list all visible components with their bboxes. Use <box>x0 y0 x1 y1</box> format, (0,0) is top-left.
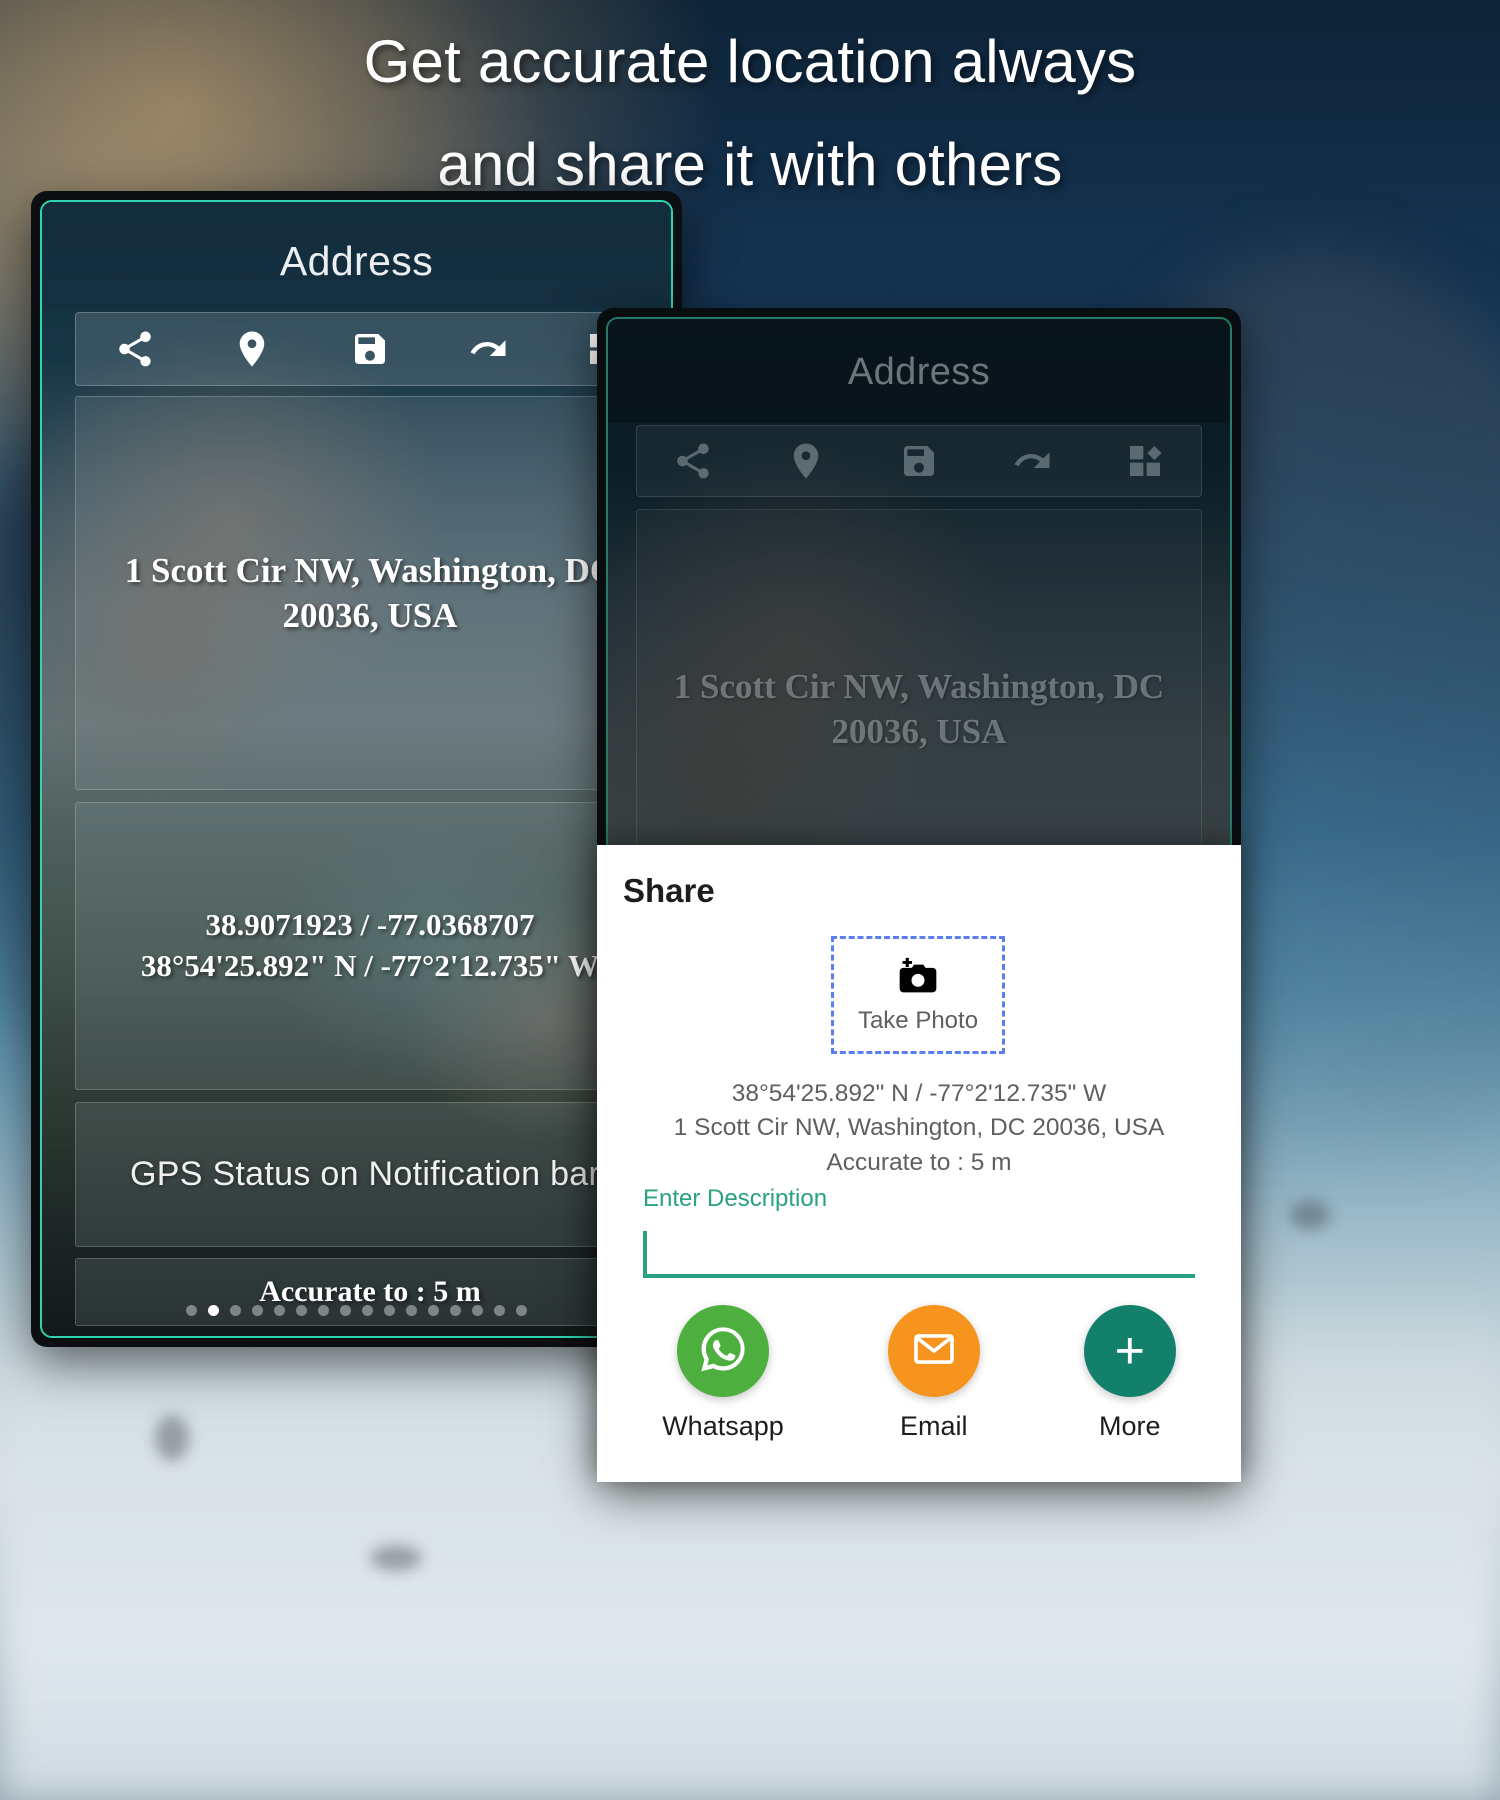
page-title: Address <box>847 351 991 393</box>
email-label: Email <box>900 1411 968 1441</box>
info-address: 1 Scott Cir NW, Washington, DC 20036, US… <box>673 1114 1165 1142</box>
toolbar-back <box>75 312 665 386</box>
phone-back: Address 1 Scott Cir NW, Washington, DC 2… <box>31 191 682 1347</box>
share-sheet-title: Share <box>623 872 715 909</box>
widgets-button[interactable] <box>1088 426 1201 496</box>
save-button[interactable] <box>863 426 976 496</box>
pager-dot[interactable] <box>318 1305 329 1316</box>
location-pin-icon <box>231 328 273 370</box>
more-circle: + <box>1083 1305 1176 1397</box>
plus-icon: + <box>1114 1322 1145 1380</box>
share-email-button[interactable]: Email <box>887 1305 980 1442</box>
page-title: Address <box>279 238 434 284</box>
share-icon <box>672 440 714 482</box>
share-sheet: Share Take Photo 38°54'25.892" N / -77°2… <box>597 845 1241 1482</box>
share-button[interactable] <box>76 313 194 385</box>
refresh-icon <box>467 328 509 370</box>
whatsapp-icon <box>697 1323 749 1380</box>
toolbar-front <box>636 425 1202 497</box>
address-text: 1 Scott Cir NW, Washington, DC 20036, US… <box>673 666 1165 752</box>
share-button[interactable] <box>637 426 750 496</box>
address-text: 1 Scott Cir NW, Washington, DC 20036, US… <box>124 550 616 636</box>
take-photo-label: Take Photo <box>857 1006 979 1034</box>
location-pin-icon <box>785 440 827 482</box>
description-input[interactable] <box>643 1225 1195 1278</box>
accuracy-text: Accurate to : 5 m <box>259 1275 481 1308</box>
save-button[interactable] <box>311 313 429 385</box>
coordinates-group: 38.9071923 / -77.0368707 38°54'25.892" N… <box>141 905 599 987</box>
gps-status-text: GPS Status on Notification bar <box>130 1155 601 1193</box>
pager-dot[interactable] <box>296 1305 307 1316</box>
headline-line-1: Get accurate location always <box>363 28 1137 95</box>
grid-icon <box>1125 441 1165 481</box>
location-button[interactable] <box>750 426 863 496</box>
pager-dot[interactable] <box>494 1305 505 1316</box>
coordinates-card[interactable]: 38.9071923 / -77.0368707 38°54'25.892" N… <box>75 802 665 1090</box>
coordinates-dms: 38°54'25.892" N / -77°2'12.735" W <box>140 948 600 983</box>
refresh-button[interactable] <box>975 426 1088 496</box>
promo-screenshot: Get accurate location always and share i… <box>0 0 1500 1800</box>
pager-dot[interactable] <box>340 1305 351 1316</box>
pager-dot[interactable] <box>516 1305 527 1316</box>
camera-add-icon <box>896 956 940 1001</box>
headline: Get accurate location always and share i… <box>0 10 1500 216</box>
pager-dot[interactable] <box>384 1305 395 1316</box>
app-content-back: Address 1 Scott Cir NW, Washington, DC 2… <box>42 202 671 1336</box>
info-accuracy: Accurate to : 5 m <box>826 1148 1012 1176</box>
location-info-block: 38°54'25.892" N / -77°2'12.735" W 1 Scot… <box>597 1077 1241 1180</box>
whatsapp-label: Whatsapp <box>662 1411 784 1441</box>
save-icon <box>899 441 939 481</box>
email-circle <box>887 1305 980 1397</box>
address-card[interactable]: 1 Scott Cir NW, Washington, DC 20036, US… <box>75 396 665 790</box>
refresh-button[interactable] <box>429 313 547 385</box>
pager-dot[interactable] <box>274 1305 285 1316</box>
save-icon <box>350 329 390 369</box>
pager-dot[interactable] <box>208 1305 219 1316</box>
coordinates-decimal: 38.9071923 / -77.0368707 <box>205 907 535 943</box>
background-speck <box>155 1415 189 1461</box>
background-speck <box>370 1545 422 1571</box>
share-actions: Whatsapp Email + More <box>597 1305 1241 1442</box>
whatsapp-circle <box>676 1305 769 1397</box>
info-coordinates: 38°54'25.892" N / -77°2'12.735" W <box>731 1080 1107 1107</box>
share-whatsapp-button[interactable]: Whatsapp <box>662 1305 784 1442</box>
background-speck <box>1290 1200 1330 1230</box>
pager-dot[interactable] <box>428 1305 439 1316</box>
share-icon <box>114 328 156 370</box>
phone-back-screen: Address 1 Scott Cir NW, Washington, DC 2… <box>40 200 673 1338</box>
pager-dot[interactable] <box>230 1305 241 1316</box>
pager-dot[interactable] <box>252 1305 263 1316</box>
more-label: More <box>1099 1411 1161 1441</box>
pager-dot[interactable] <box>472 1305 483 1316</box>
share-more-button[interactable]: + More <box>1083 1305 1176 1442</box>
pager-dots[interactable] <box>42 1305 671 1316</box>
pager-dot[interactable] <box>186 1305 197 1316</box>
pager-dot[interactable] <box>362 1305 373 1316</box>
location-button[interactable] <box>194 313 312 385</box>
gps-status-card[interactable]: GPS Status on Notification bar <box>75 1102 665 1247</box>
text-caret <box>643 1231 647 1275</box>
take-photo-button[interactable]: Take Photo <box>831 936 1005 1054</box>
description-label: Enter Description <box>643 1185 828 1212</box>
pager-dot[interactable] <box>450 1305 461 1316</box>
email-icon <box>911 1326 957 1377</box>
refresh-icon <box>1011 440 1053 482</box>
pager-dot[interactable] <box>406 1305 417 1316</box>
